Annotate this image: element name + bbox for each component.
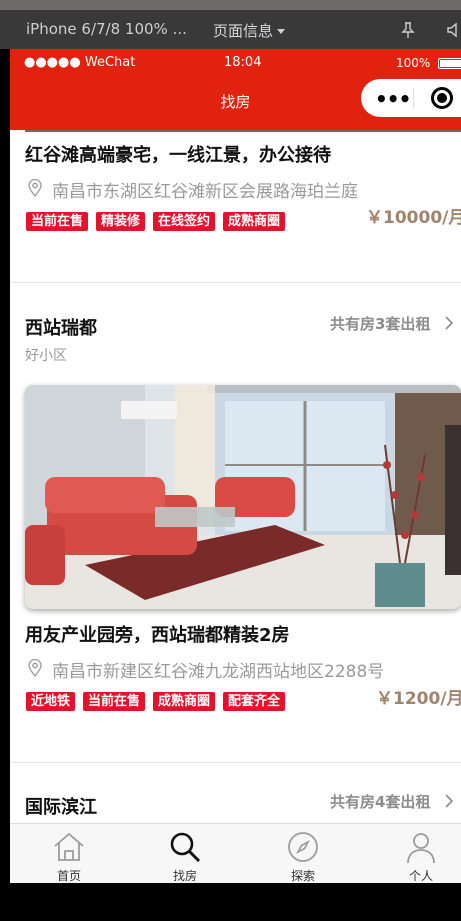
menu-capsule: ••• bbox=[361, 79, 461, 117]
listing-title[interactable]: 用友产业园旁，西站瑞都精装2房 bbox=[25, 621, 290, 647]
listing-title[interactable]: 红谷滩高端豪宅，一线江景，办公接待 bbox=[25, 141, 331, 167]
community-subtitle: 好小区 bbox=[25, 348, 67, 364]
tag: 近地铁 bbox=[26, 692, 76, 711]
compass-icon bbox=[288, 832, 318, 862]
listing-address: 南昌市东湖区红谷滩新区会展路海珀兰庭 bbox=[52, 182, 358, 202]
speaker-icon[interactable] bbox=[446, 21, 461, 39]
tab-explore[interactable]: 探索 bbox=[258, 824, 348, 884]
user-icon bbox=[407, 833, 435, 864]
battery-icon bbox=[438, 58, 461, 69]
divider bbox=[10, 282, 461, 283]
listing-price: ￥1200/月 bbox=[376, 689, 461, 709]
tab-profile[interactable]: 个人 bbox=[376, 824, 461, 884]
tab-label: 首页 bbox=[56, 869, 81, 883]
listing-address: 南昌市新建区红谷滩九龙湖西站地区2288号 bbox=[52, 662, 385, 682]
status-bar: ●●●●● WeChat 18:04 100% bbox=[10, 49, 461, 79]
community-name[interactable]: 西站瑞都 bbox=[25, 314, 97, 340]
toolbar-top-strip bbox=[0, 0, 461, 10]
search-icon bbox=[170, 832, 201, 863]
tag: 成熟商圈 bbox=[223, 212, 286, 231]
location-pin-icon bbox=[28, 659, 42, 677]
home-icon bbox=[54, 832, 84, 861]
page-info-dropdown[interactable]: 页面信息 bbox=[213, 20, 286, 41]
tag: 成熟商圈 bbox=[153, 692, 216, 711]
community-count-link[interactable]: 共有房4套出租 bbox=[330, 791, 430, 812]
capsule-divider bbox=[413, 88, 414, 108]
tag: 精装修 bbox=[96, 212, 146, 231]
tag: 在线签约 bbox=[153, 212, 216, 231]
tab-label: 探索 bbox=[290, 869, 315, 883]
tab-label: 个人 bbox=[408, 869, 433, 883]
divider bbox=[10, 762, 461, 763]
location-pin-icon bbox=[28, 179, 42, 197]
carrier-label: ●●●●● WeChat bbox=[24, 55, 136, 70]
tag: 当前在售 bbox=[26, 212, 89, 231]
community-name[interactable]: 国际滨江 bbox=[25, 793, 97, 819]
living-room-photo bbox=[25, 385, 461, 609]
listing-tags: 当前在售 精装修 在线签约 成熟商圈 bbox=[26, 212, 286, 231]
tag: 配套齐全 bbox=[223, 692, 286, 711]
tab-home[interactable]: 首页 bbox=[24, 824, 114, 884]
bottom-tab-bar: 首页 找房 探索 个人 bbox=[10, 823, 461, 883]
close-target-icon[interactable] bbox=[431, 87, 453, 109]
listing-photo[interactable] bbox=[25, 385, 461, 609]
community-count-link[interactable]: 共有房3套出租 bbox=[330, 313, 430, 334]
clock: 18:04 bbox=[224, 55, 262, 70]
page-info-label: 页面信息 bbox=[213, 22, 274, 40]
device-selector[interactable]: iPhone 6/7/8 100% ... bbox=[26, 20, 187, 38]
tab-label: 找房 bbox=[172, 869, 197, 883]
listing-price: ￥10000/月 bbox=[366, 208, 461, 228]
listing-scroll-area[interactable]: 红谷滩高端豪宅，一线江景，办公接待 南昌市东湖区红谷滩新区会展路海珀兰庭 当前在… bbox=[10, 130, 461, 823]
caret-down-icon bbox=[277, 29, 286, 34]
chevron-right-icon[interactable] bbox=[444, 794, 454, 808]
tag: 当前在售 bbox=[83, 692, 146, 711]
pin-icon[interactable] bbox=[400, 21, 416, 39]
battery-percent: 100% bbox=[396, 56, 431, 70]
previous-photo-edge bbox=[25, 130, 461, 132]
tab-find-house[interactable]: 找房 bbox=[140, 824, 230, 884]
listing-tags: 近地铁 当前在售 成熟商圈 配套齐全 bbox=[26, 692, 286, 711]
wechat-header: ●●●●● WeChat 18:04 100% 找房 ••• bbox=[10, 49, 461, 130]
simulator-toolbar: iPhone 6/7/8 100% ... 页面信息 bbox=[0, 0, 461, 49]
more-button[interactable]: ••• bbox=[375, 87, 411, 111]
chevron-right-icon[interactable] bbox=[444, 316, 454, 330]
